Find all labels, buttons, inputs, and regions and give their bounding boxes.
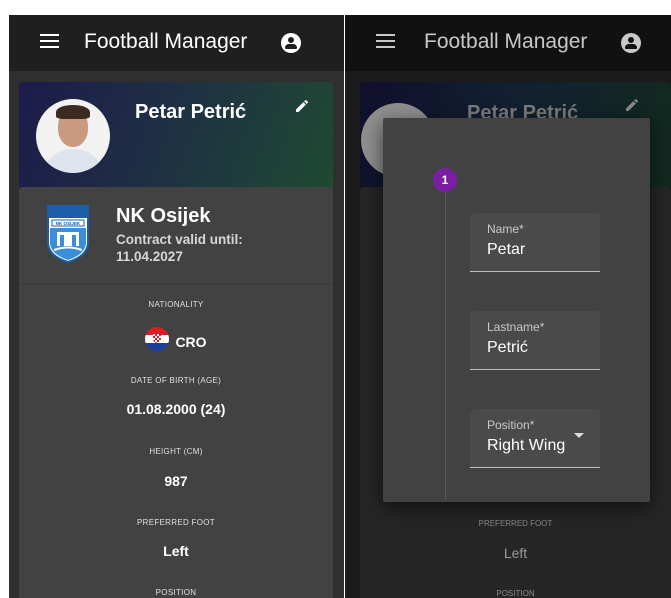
player-name: Petar Petrić (135, 101, 247, 123)
account-icon[interactable] (621, 33, 641, 53)
nationality-code: CRO (175, 334, 207, 350)
dob-label: DATE OF BIRTH (AGE) (130, 376, 222, 385)
club-name: NK Osijek (116, 205, 211, 227)
edit-icon[interactable] (294, 98, 310, 114)
account-icon[interactable] (281, 33, 301, 53)
step-number-badge[interactable]: 1 (433, 168, 457, 192)
app-bar: Football Manager (9, 15, 344, 71)
height-label: HEIGHT (CM) (149, 447, 203, 456)
lastname-field-label: Lastname* (487, 320, 545, 334)
player-detail-screen: Football Manager Petar Petrić NK OSIJEK (9, 15, 344, 598)
stepper-line (445, 190, 446, 500)
position-select-label: Position* (487, 418, 535, 432)
position-label: POSITION (496, 589, 535, 598)
nationality-value: CRO (19, 327, 333, 351)
name-field-label: Name* (487, 222, 524, 236)
club-section: NK OSIJEK NK Osijek Contract valid until… (19, 187, 333, 284)
position-select-value[interactable]: Right Wing (487, 437, 582, 455)
nationality-label: NATIONALITY (148, 300, 204, 309)
menu-icon[interactable] (40, 34, 60, 52)
name-field-value[interactable]: Petar (487, 241, 582, 259)
dob-value: 01.08.2000 (24) (126, 401, 226, 417)
position-select[interactable]: Position* Right Wing (470, 409, 600, 468)
lastname-field-value[interactable]: Petrić (487, 339, 582, 357)
menu-icon[interactable] (376, 34, 396, 52)
lastname-field[interactable]: Lastname* Petrić (470, 311, 600, 370)
preferred-foot-label: PREFERRED FOOT (137, 518, 215, 527)
position-label: POSITION (155, 588, 197, 597)
edit-icon[interactable] (624, 97, 640, 113)
app-title: Football Manager (424, 30, 588, 53)
preferred-foot-value: Left (503, 545, 528, 561)
dropdown-caret-icon[interactable] (574, 433, 584, 438)
app-bar: Football Manager (345, 15, 671, 71)
flag-croatia-icon (145, 327, 170, 351)
name-field[interactable]: Name* Petar (470, 213, 600, 272)
app-title: Football Manager (84, 30, 248, 53)
player-info-card: NK OSIJEK NK Osijek Contract valid until… (19, 187, 333, 598)
preferred-foot-value: Left (163, 543, 189, 559)
player-avatar (36, 99, 110, 173)
club-logo: NK OSIJEK (47, 205, 89, 264)
height-value: 987 (164, 473, 188, 489)
club-logo-text: NK OSIJEK (56, 221, 81, 226)
preferred-foot-label: PREFERRED FOOT (478, 519, 553, 528)
player-header-card: Petar Petrić (19, 82, 333, 190)
edit-player-dialog: 1 Name* Petar Lastname* Petrić Position*… (383, 118, 650, 502)
contract-text: Contract valid until: 11.04.2027 (116, 232, 243, 264)
edit-player-screen: Football Manager Petar Petrić PREFERRED … (345, 15, 671, 598)
